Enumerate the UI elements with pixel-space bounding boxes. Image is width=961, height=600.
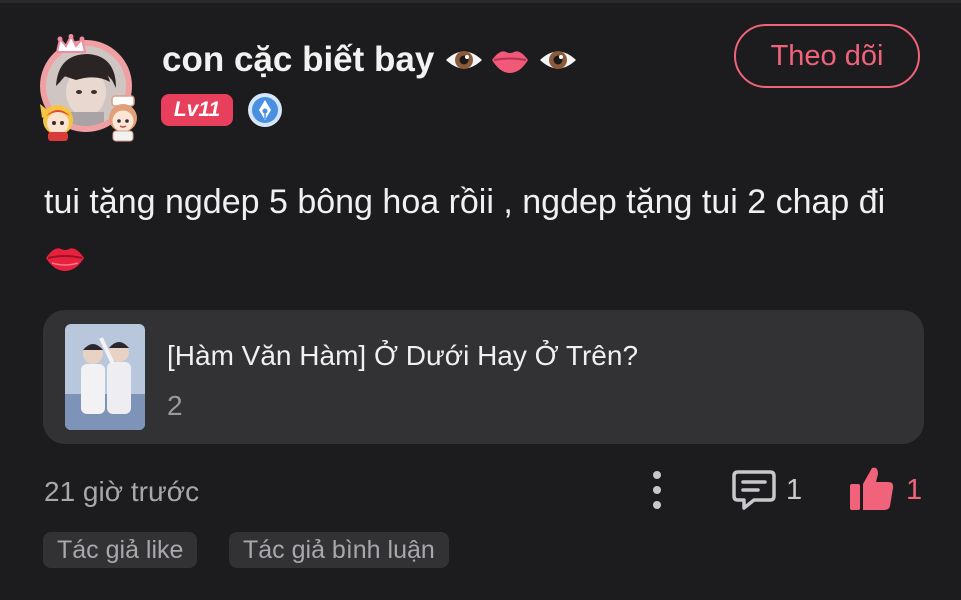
work-chapter: 2: [167, 390, 183, 421]
pen-nib-badge-icon: [248, 93, 282, 127]
eye-icon: [540, 51, 576, 69]
chibi-sticker-left: [40, 104, 73, 141]
comment-timestamp: 21 giờ trước: [44, 476, 200, 507]
comment-count: 1: [786, 474, 803, 506]
more-options-icon[interactable]: [640, 468, 674, 512]
crown-icon: [55, 34, 87, 53]
thumbs-up-icon: [850, 467, 894, 510]
tag-author-liked: Tác giả like: [43, 532, 198, 568]
work-cover-image: [65, 324, 145, 430]
tag-author-replied: Tác giả bình luận: [229, 532, 449, 568]
chibi-sticker-right: [109, 95, 137, 142]
author-name[interactable]: con cặc biết bay: [162, 38, 434, 82]
eye-icon: [446, 51, 482, 69]
comment-card: con cặc biết bay Lv11 Theo dõi tui tặng …: [0, 0, 961, 600]
like-button[interactable]: 1: [848, 464, 928, 516]
linked-work-card[interactable]: [Hàm Văn Hàm] Ở Dưới Hay Ở Trên? 2: [43, 310, 924, 444]
reply-button[interactable]: 1: [730, 466, 810, 516]
work-title: [Hàm Văn Hàm] Ở Dưới Hay Ở Trên?: [167, 340, 639, 371]
follow-button[interactable]: Theo dõi: [734, 24, 920, 88]
comment-body: tui tặng ngdep 5 bông hoa rồii , ngdep t…: [44, 183, 886, 221]
comment-text: tui tặng ngdep 5 bông hoa rồii , ngdep t…: [44, 174, 904, 286]
top-divider: [0, 0, 961, 3]
kiss-mark-icon: [46, 248, 84, 271]
comment-icon: [732, 470, 776, 510]
level-badge: Lv11: [161, 94, 233, 126]
like-count: 1: [906, 474, 923, 506]
avatar[interactable]: [36, 34, 146, 144]
lips-icon: [492, 51, 528, 73]
